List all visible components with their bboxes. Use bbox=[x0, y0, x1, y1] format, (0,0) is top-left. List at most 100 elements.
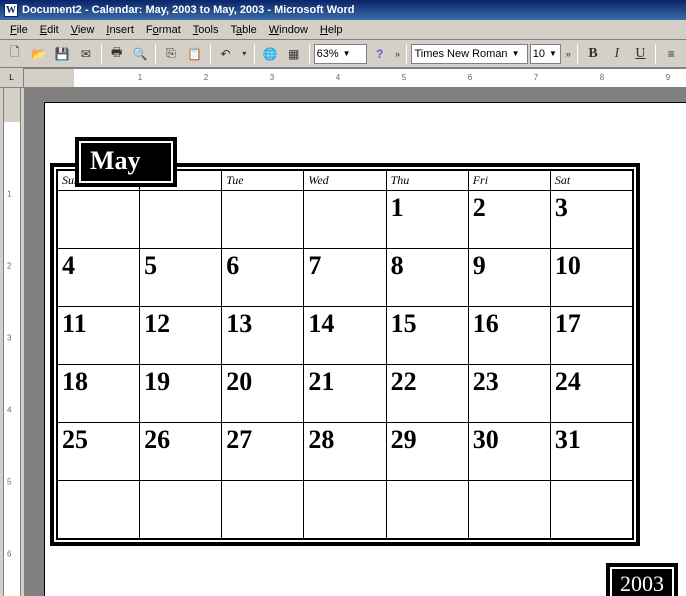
calendar-cell[interactable]: 11 bbox=[58, 307, 140, 365]
font-combo[interactable]: Times New Roman ▼ bbox=[411, 44, 527, 64]
day-header: Fri bbox=[468, 171, 550, 191]
tables-borders-button[interactable]: ▦ bbox=[283, 43, 305, 65]
menu-insert[interactable]: Insert bbox=[100, 22, 140, 38]
toolbar-options[interactable]: » bbox=[393, 43, 403, 65]
menu-help[interactable]: Help bbox=[314, 22, 349, 38]
menu-window[interactable]: Window bbox=[263, 22, 314, 38]
calendar-cell[interactable]: 23 bbox=[468, 365, 550, 423]
hruler-mark: 6 bbox=[468, 73, 472, 82]
calendar-cell[interactable]: 13 bbox=[222, 307, 304, 365]
calendar-cell[interactable] bbox=[304, 191, 386, 249]
menu-format[interactable]: Format bbox=[140, 22, 187, 38]
title-bar: W Document2 - Calendar: May, 2003 to May… bbox=[0, 0, 686, 20]
open-button[interactable]: 📂 bbox=[28, 43, 50, 65]
save-button[interactable]: 💾 bbox=[51, 43, 73, 65]
year-label-box[interactable]: 2003 bbox=[606, 563, 678, 596]
day-header: Thu bbox=[386, 171, 468, 191]
vruler-mark: 1 bbox=[7, 190, 11, 199]
calendar-cell[interactable] bbox=[386, 481, 468, 539]
menu-table[interactable]: Table bbox=[224, 22, 262, 38]
horizontal-ruler[interactable]: 123456789 bbox=[24, 68, 686, 88]
calendar-cell[interactable] bbox=[468, 481, 550, 539]
calendar-cell[interactable]: 6 bbox=[222, 249, 304, 307]
hruler-mark: 1 bbox=[138, 73, 142, 82]
calendar-cell[interactable]: 22 bbox=[386, 365, 468, 423]
calendar-cell[interactable]: 1 bbox=[386, 191, 468, 249]
italic-button[interactable]: I bbox=[606, 43, 628, 65]
calendar-cell[interactable]: 15 bbox=[386, 307, 468, 365]
menu-tools[interactable]: Tools bbox=[187, 22, 225, 38]
calendar-cell[interactable]: 25 bbox=[58, 423, 140, 481]
calendar-cell[interactable] bbox=[140, 191, 222, 249]
separator bbox=[155, 44, 156, 64]
calendar-cell[interactable] bbox=[222, 191, 304, 249]
calendar-cell[interactable] bbox=[58, 191, 140, 249]
calendar-cell[interactable] bbox=[58, 481, 140, 539]
toolbar-options[interactable]: » bbox=[563, 43, 573, 65]
new-doc-button[interactable]: 🗋 bbox=[4, 43, 26, 65]
calendar-row: 25262728293031 bbox=[58, 423, 633, 481]
vruler-mark: 4 bbox=[7, 406, 11, 415]
zoom-value: 63% bbox=[317, 48, 339, 60]
calendar-cell[interactable]: 18 bbox=[58, 365, 140, 423]
calendar-cell[interactable] bbox=[222, 481, 304, 539]
calendar-cell[interactable]: 7 bbox=[304, 249, 386, 307]
calendar-cell[interactable]: 19 bbox=[140, 365, 222, 423]
calendar-cell[interactable] bbox=[304, 481, 386, 539]
calendar-cell[interactable]: 17 bbox=[550, 307, 632, 365]
calendar-cell[interactable]: 21 bbox=[304, 365, 386, 423]
email-button[interactable]: ✉ bbox=[75, 43, 97, 65]
calendar-cell[interactable]: 29 bbox=[386, 423, 468, 481]
bold-button[interactable]: B bbox=[582, 43, 604, 65]
hruler-mark: 5 bbox=[402, 73, 406, 82]
zoom-combo[interactable]: 63% ▼ bbox=[314, 44, 367, 64]
day-header: Tue bbox=[222, 171, 304, 191]
page[interactable]: May Sun Mon Tue Wed Thu Fri bbox=[44, 102, 686, 596]
calendar-cell[interactable]: 8 bbox=[386, 249, 468, 307]
calendar-cell[interactable]: 20 bbox=[222, 365, 304, 423]
calendar-cell[interactable]: 10 bbox=[550, 249, 632, 307]
calendar-cell[interactable]: 14 bbox=[304, 307, 386, 365]
font-size-combo[interactable]: 10 ▼ bbox=[530, 44, 562, 64]
calendar-cell[interactable]: 4 bbox=[58, 249, 140, 307]
undo-button[interactable]: ↶ bbox=[215, 43, 237, 65]
menu-edit[interactable]: Edit bbox=[34, 22, 65, 38]
hyperlink-button[interactable]: 🌐 bbox=[259, 43, 281, 65]
separator bbox=[254, 44, 255, 64]
calendar-cell[interactable]: 30 bbox=[468, 423, 550, 481]
hruler-mark: 3 bbox=[270, 73, 274, 82]
month-label: May bbox=[81, 143, 171, 181]
calendar-cell[interactable]: 27 bbox=[222, 423, 304, 481]
calendar-cell[interactable]: 12 bbox=[140, 307, 222, 365]
print-preview-button[interactable]: 🔍 bbox=[130, 43, 152, 65]
calendar-cell[interactable] bbox=[140, 481, 222, 539]
copy-button[interactable]: ⎘ bbox=[160, 43, 182, 65]
print-button[interactable]: 🖶 bbox=[106, 43, 128, 65]
tab-selector[interactable]: L bbox=[0, 68, 24, 88]
month-label-box[interactable]: May bbox=[75, 137, 177, 187]
scroll-area[interactable]: May Sun Mon Tue Wed Thu Fri bbox=[24, 88, 686, 596]
menu-file[interactable]: File bbox=[4, 22, 34, 38]
underline-button[interactable]: U bbox=[630, 43, 652, 65]
help-button[interactable]: ? bbox=[369, 43, 391, 65]
menu-view[interactable]: View bbox=[65, 22, 101, 38]
paste-button[interactable]: 📋 bbox=[184, 43, 206, 65]
calendar-cell[interactable]: 28 bbox=[304, 423, 386, 481]
calendar-cell[interactable]: 5 bbox=[140, 249, 222, 307]
align-left-button[interactable]: ≡ bbox=[660, 43, 682, 65]
calendar-cell[interactable]: 26 bbox=[140, 423, 222, 481]
font-value: Times New Roman bbox=[414, 48, 507, 60]
calendar-cell[interactable]: 31 bbox=[550, 423, 632, 481]
redo-dropdown[interactable]: ▾ bbox=[238, 43, 250, 65]
calendar-cell[interactable]: 9 bbox=[468, 249, 550, 307]
chevron-down-icon: ▼ bbox=[549, 49, 557, 58]
calendar-cell[interactable]: 24 bbox=[550, 365, 632, 423]
calendar-row: 123 bbox=[58, 191, 633, 249]
vertical-ruler[interactable]: 123456 bbox=[3, 88, 21, 596]
calendar-cell[interactable]: 3 bbox=[550, 191, 632, 249]
calendar-cell[interactable]: 16 bbox=[468, 307, 550, 365]
calendar-cell[interactable] bbox=[550, 481, 632, 539]
calendar-cell[interactable]: 2 bbox=[468, 191, 550, 249]
calendar-frame[interactable]: Sun Mon Tue Wed Thu Fri Sat 123456789101… bbox=[50, 163, 640, 546]
vruler-mark: 2 bbox=[7, 262, 11, 271]
